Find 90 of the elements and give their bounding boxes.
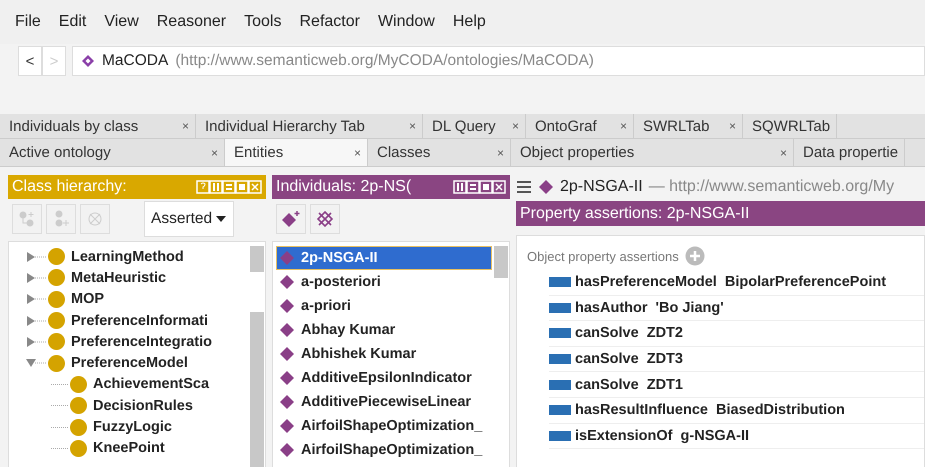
menu-item[interactable]: Edit xyxy=(50,13,96,31)
property-assertion[interactable]: hasResultInfluence BiasedDistribution xyxy=(575,402,845,418)
collapsed-arrow-icon[interactable] xyxy=(25,270,47,285)
class-icon xyxy=(48,312,65,330)
class-icon xyxy=(48,354,65,372)
group-label: Object property assertions xyxy=(527,248,679,264)
add-icon[interactable] xyxy=(684,246,705,266)
node-plus-icon xyxy=(18,210,36,228)
diamond-plus-icon xyxy=(281,210,301,228)
diamond-icon xyxy=(279,250,295,266)
object-property-icon xyxy=(549,354,571,364)
individual-item[interactable]: AdditivePiecewiseLinear xyxy=(276,390,492,414)
collapsed-arrow-icon[interactable] xyxy=(25,292,47,306)
object-property-icon xyxy=(549,302,571,313)
individual-item[interactable]: a-posteriori xyxy=(276,270,492,294)
tree-item[interactable]: LearningMethod xyxy=(71,248,184,265)
tree-item[interactable]: FuzzyLogic xyxy=(93,419,172,436)
class-icon xyxy=(48,248,65,266)
menu-item[interactable]: Refactor xyxy=(290,13,369,31)
back-button[interactable]: < xyxy=(18,46,42,76)
class-icon xyxy=(70,418,87,436)
ontology-address-field[interactable]: MaCODA (http://www.semanticweb.org/MyCODA/ontologies/MaCODA) xyxy=(72,46,925,76)
section-header: Property assertions: 2p-NSGA-II xyxy=(516,201,925,226)
collapsed-arrow-icon[interactable] xyxy=(25,334,47,349)
class-icon xyxy=(48,269,65,286)
diamond-icon xyxy=(279,346,295,362)
menu-item[interactable]: Tools xyxy=(235,13,290,31)
tree-item[interactable]: AchievementSca xyxy=(93,376,210,392)
object-property-icon xyxy=(549,430,571,441)
menu-item[interactable]: Reasoner xyxy=(148,13,236,31)
class-icon xyxy=(70,440,87,457)
tree-item[interactable]: PreferenceInformati xyxy=(71,312,208,329)
tree-item[interactable]: MOP xyxy=(71,291,104,308)
object-property-icon xyxy=(549,277,571,288)
tree-item[interactable]: KneePoint xyxy=(93,440,165,456)
hierarchy-mode-dropdown[interactable]: Asserted xyxy=(144,201,234,237)
individual-item[interactable]: Abhay Kumar xyxy=(276,318,492,342)
diamond-icon xyxy=(279,274,295,290)
delete-icon xyxy=(86,210,104,228)
diamond-icon xyxy=(279,370,295,386)
individual-item[interactable]: AdditiveEpsilonIndicator xyxy=(276,366,492,390)
class-icon xyxy=(48,333,65,350)
object-property-icon xyxy=(549,328,571,338)
tab[interactable]: Entities × xyxy=(225,139,368,166)
object-property-icon xyxy=(549,405,571,416)
diamond-icon xyxy=(279,298,295,314)
property-assertion[interactable]: hasPreferenceModel BipolarPreferencePoint xyxy=(575,274,886,290)
menu-icon[interactable] xyxy=(516,180,532,194)
individual-item[interactable]: AirfoilShapeOptimization_ xyxy=(276,414,492,438)
tree-item[interactable]: MetaHeuristic xyxy=(71,270,166,286)
property-assertion[interactable]: canSolve ZDT1 xyxy=(575,376,683,393)
class-icon xyxy=(70,376,87,393)
diamond-icon xyxy=(279,322,295,338)
panel-header: Individuals: 2p-NS( xyxy=(272,175,510,199)
individual-item[interactable]: a-priori xyxy=(276,294,492,318)
individual-item[interactable]: Abhishek Kumar xyxy=(276,342,492,366)
menu-item[interactable]: View xyxy=(95,13,148,31)
tree-item[interactable]: DecisionRules xyxy=(93,398,193,414)
view-controls-icon[interactable] xyxy=(453,180,506,194)
delete-diamond-icon xyxy=(316,210,334,228)
entity-iri: — http://www.semanticweb.org/My xyxy=(648,178,894,196)
caret-icon xyxy=(216,216,226,222)
property-assertion[interactable]: canSolve ZDT3 xyxy=(575,351,683,368)
object-property-icon xyxy=(549,380,571,390)
scrollbar-thumb[interactable] xyxy=(250,246,264,272)
scrollbar-thumb[interactable] xyxy=(494,246,508,278)
individual-item[interactable]: 2p-NSGA-II xyxy=(276,246,492,270)
menu-item[interactable]: Help xyxy=(444,13,495,31)
tree-item[interactable]: PreferenceIntegratio xyxy=(71,334,212,350)
diamond-icon xyxy=(538,179,554,195)
diamond-icon xyxy=(81,54,95,68)
tree-item[interactable]: PreferenceModel xyxy=(71,355,188,372)
menu-item[interactable]: File xyxy=(6,13,50,31)
collapsed-arrow-icon[interactable] xyxy=(25,314,47,328)
diamond-icon xyxy=(279,442,295,458)
add-individual-button[interactable] xyxy=(276,204,306,234)
menu-item[interactable]: Window xyxy=(368,13,444,31)
class-icon xyxy=(70,397,87,414)
collapsed-arrow-icon[interactable] xyxy=(25,250,47,264)
delete-individual-button[interactable] xyxy=(310,204,340,234)
class-icon xyxy=(48,290,65,308)
scrollbar-thumb[interactable] xyxy=(250,312,264,467)
property-assertion[interactable]: hasAuthor 'Bo Jiang' xyxy=(575,300,724,316)
diamond-icon xyxy=(279,394,295,410)
entity-name: 2p-NSGA-II xyxy=(560,178,643,196)
property-assertion[interactable]: isExtensionOf g-NSGA-II xyxy=(575,428,750,444)
panel-header: Class hierarchy: xyxy=(8,175,266,199)
diamond-icon xyxy=(279,418,295,434)
property-assertion[interactable]: canSolve ZDT2 xyxy=(575,325,683,342)
individual-item[interactable]: AirfoilShapeOptimization_ xyxy=(276,438,492,462)
